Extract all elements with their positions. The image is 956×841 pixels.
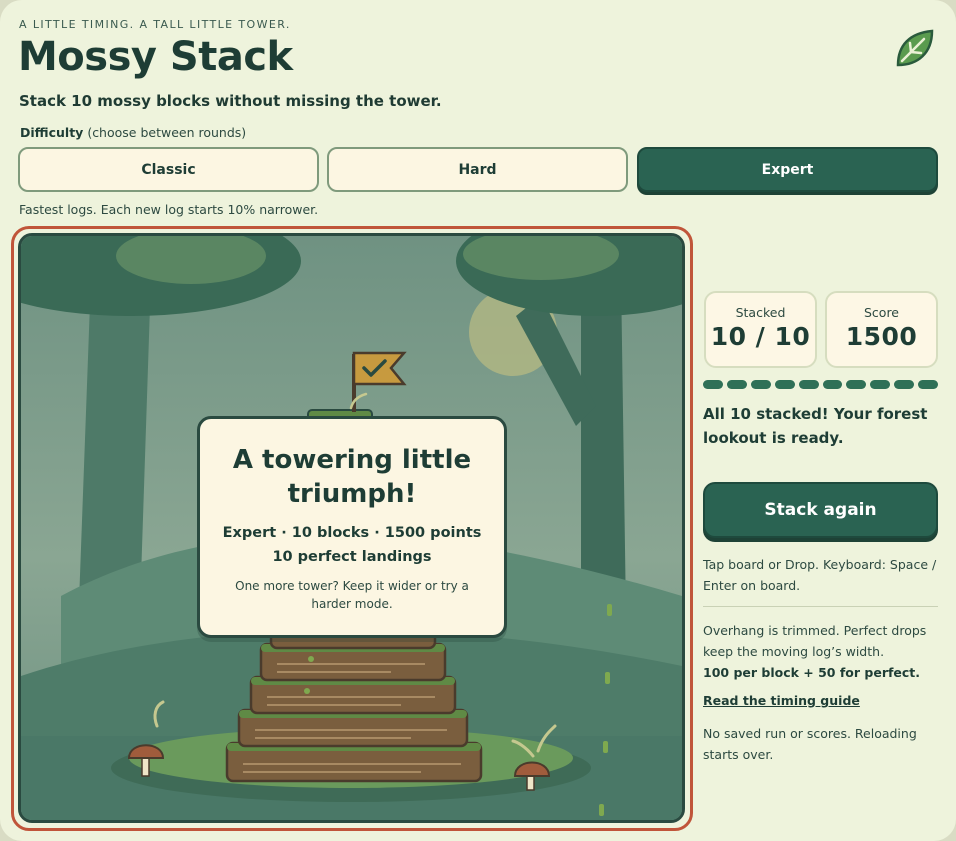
game-window: A LITTLE TIMING. A TALL LITTLE TOWER. Mo… (0, 0, 956, 841)
leaf-icon (896, 29, 934, 67)
difficulty-hint: Fastest logs. Each new log starts 10% na… (19, 202, 319, 217)
log-block (225, 741, 483, 783)
stacked-card: Stacked 10 / 10 (704, 291, 817, 368)
page-title: Mossy Stack (18, 34, 293, 80)
progress-track (703, 380, 939, 390)
difficulty-title: Difficulty (20, 125, 84, 140)
result-tip: One more tower? Keep it wider or try a h… (235, 579, 469, 611)
result-dialog: A towering little triumph! Expert · 10 b… (197, 416, 507, 638)
progress-segment (894, 380, 915, 389)
stacked-value: 10 / 10 (710, 322, 811, 351)
log-block (259, 642, 447, 682)
score-card: Score 1500 (825, 291, 938, 368)
difficulty-expert-button[interactable]: Expert (637, 147, 938, 192)
stack-again-button[interactable]: Stack again (703, 482, 938, 538)
eyebrow-text: A LITTLE TIMING. A TALL LITTLE TOWER. (19, 18, 291, 31)
score-value: 1500 (845, 322, 918, 351)
timing-guide-link[interactable]: Read the timing guide (703, 693, 860, 708)
log-block (237, 708, 469, 748)
progress-segment (822, 380, 843, 389)
progress-segment (750, 380, 771, 389)
difficulty-hard-button[interactable]: Hard (327, 147, 628, 192)
rules-description: Overhang is trimmed. Perfect drops keep … (703, 623, 927, 659)
result-perfect-count: 10 perfect landings (272, 549, 432, 565)
progress-segment (774, 380, 795, 389)
progress-segment (703, 380, 723, 389)
progress-segment (726, 380, 747, 389)
score-label: Score (863, 305, 899, 320)
difficulty-label: Difficulty (choose between rounds) (20, 125, 246, 140)
progress-segment (918, 380, 939, 389)
difficulty-classic-button[interactable]: Classic (18, 147, 319, 192)
progress-segment (870, 380, 891, 389)
stacked-label: Stacked (735, 305, 786, 320)
page-subtitle: Stack 10 mossy blocks without missing th… (19, 92, 442, 110)
divider (703, 606, 938, 607)
save-note: No saved run or scores. Reloading starts… (703, 726, 917, 762)
progress-segment (846, 380, 867, 389)
result-summary: Expert · 10 blocks · 1500 points (222, 525, 482, 541)
controls-help: Tap board or Drop. Keyboard: Space / Ent… (703, 557, 937, 593)
result-title: A towering little triumph! (232, 445, 472, 509)
progress-segment (798, 380, 819, 389)
log-block (249, 675, 457, 715)
rules-text: Overhang is trimmed. Perfect drops keep … (703, 620, 943, 683)
status-message: All 10 stacked! Your forest lookout is r… (703, 405, 928, 447)
rules-scoring: 100 per block + 50 for perfect. (703, 665, 921, 680)
difficulty-note: (choose between rounds) (87, 125, 247, 140)
